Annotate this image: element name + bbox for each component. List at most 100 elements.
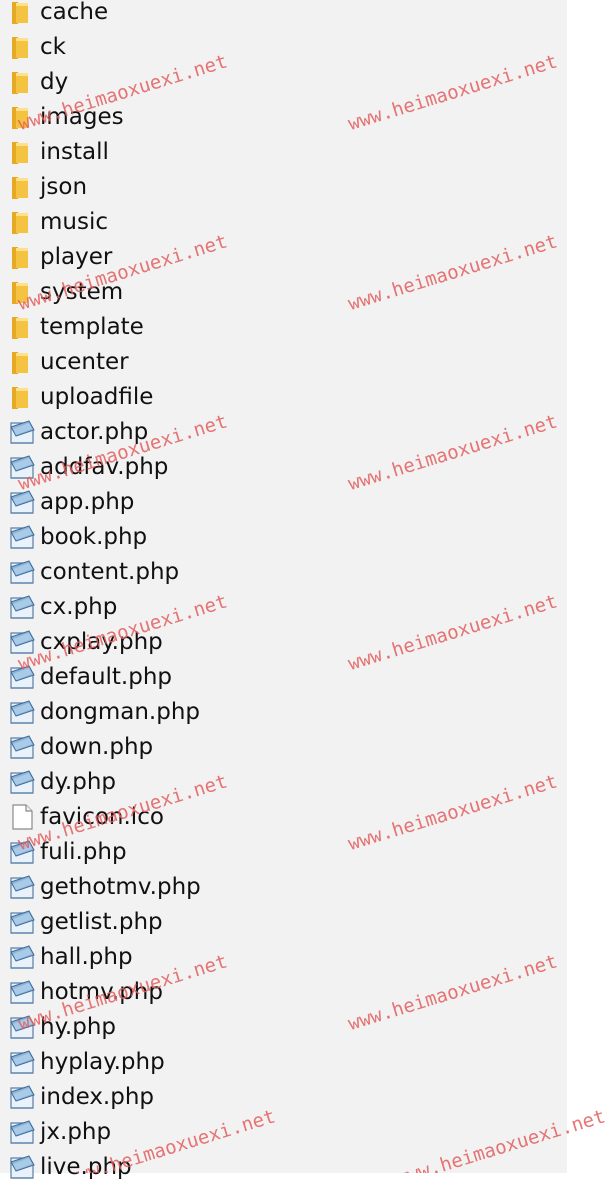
item-label: cache (40, 0, 109, 25)
folder-item-music[interactable]: music (0, 204, 567, 239)
folder-item-ck[interactable]: ck (0, 29, 567, 64)
file-item-fuli-php[interactable]: fuli.php (0, 834, 567, 869)
php-file-icon (8, 663, 36, 691)
item-label: actor.php (40, 418, 149, 445)
item-label: hyplay.php (40, 1048, 165, 1075)
file-item-app-php[interactable]: app.php (0, 484, 567, 519)
folder-item-template[interactable]: template (0, 309, 567, 344)
file-item-down-php[interactable]: down.php (0, 729, 567, 764)
folder-icon (8, 173, 36, 201)
file-item-gethotmv-php[interactable]: gethotmv.php (0, 869, 567, 904)
file-item-hy-php[interactable]: hy.php (0, 1009, 567, 1044)
item-label: dy.php (40, 768, 117, 795)
item-label: cx.php (40, 593, 118, 620)
php-file-icon (8, 418, 36, 446)
folder-item-images[interactable]: images (0, 99, 567, 134)
item-label: index.php (40, 1083, 155, 1110)
file-list-pane: cache ck dy images install json music player sys… (0, 0, 567, 1180)
item-label: hy.php (40, 1013, 116, 1040)
file-item-cx-php[interactable]: cx.php (0, 589, 567, 624)
folder-icon (8, 348, 36, 376)
file-item-hall-php[interactable]: hall.php (0, 939, 567, 974)
file-list: cache ck dy images install json music player sys… (0, 0, 567, 1184)
item-label: images (40, 103, 124, 130)
item-label: app.php (40, 488, 135, 515)
php-file-icon (8, 873, 36, 901)
folder-icon (8, 33, 36, 61)
item-label: favicon.ico (40, 803, 164, 830)
item-label: book.php (40, 523, 148, 550)
folder-icon (8, 243, 36, 271)
folder-item-install[interactable]: install (0, 134, 567, 169)
item-label: down.php (40, 733, 154, 760)
php-file-icon (8, 453, 36, 481)
item-label: system (40, 278, 124, 305)
file-item-dongman-php[interactable]: dongman.php (0, 694, 567, 729)
item-label: music (40, 208, 109, 235)
file-item-favicon-ico[interactable]: favicon.ico (0, 799, 567, 834)
item-label: hotmv.php (40, 978, 163, 1005)
item-label: gethotmv.php (40, 873, 201, 900)
file-item-live-php[interactable]: live.php (0, 1149, 567, 1184)
item-label: cxplay.php (40, 628, 163, 655)
file-item-cxplay-php[interactable]: cxplay.php (0, 624, 567, 659)
item-label: dongman.php (40, 698, 201, 725)
item-label: ck (40, 33, 66, 60)
generic-file-icon (8, 803, 36, 831)
file-item-default-php[interactable]: default.php (0, 659, 567, 694)
file-item-content-php[interactable]: content.php (0, 554, 567, 589)
item-label: dy (40, 68, 69, 95)
folder-item-system[interactable]: system (0, 274, 567, 309)
item-label: content.php (40, 558, 180, 585)
item-label: addfav.php (40, 453, 169, 480)
file-item-index-php[interactable]: index.php (0, 1079, 567, 1114)
item-label: uploadfile (40, 383, 154, 410)
folder-icon (8, 68, 36, 96)
php-file-icon (8, 1048, 36, 1076)
item-label: hall.php (40, 943, 133, 970)
file-item-hotmv-php[interactable]: hotmv.php (0, 974, 567, 1009)
folder-item-cache[interactable]: cache (0, 0, 567, 29)
folder-item-ucenter[interactable]: ucenter (0, 344, 567, 379)
php-file-icon (8, 593, 36, 621)
php-file-icon (8, 908, 36, 936)
item-label: install (40, 138, 109, 165)
folder-icon (8, 208, 36, 236)
php-file-icon (8, 488, 36, 516)
folder-item-player[interactable]: player (0, 239, 567, 274)
folder-item-uploadfile[interactable]: uploadfile (0, 379, 567, 414)
item-label: jx.php (40, 1118, 112, 1145)
item-label: ucenter (40, 348, 129, 375)
item-label: live.php (40, 1153, 132, 1180)
php-file-icon (8, 1153, 36, 1181)
item-label: template (40, 313, 144, 340)
file-item-book-php[interactable]: book.php (0, 519, 567, 554)
folder-icon (8, 383, 36, 411)
file-item-actor-php[interactable]: actor.php (0, 414, 567, 449)
file-item-getlist-php[interactable]: getlist.php (0, 904, 567, 939)
folder-icon (8, 278, 36, 306)
folder-icon (8, 0, 36, 26)
php-file-icon (8, 558, 36, 586)
item-label: fuli.php (40, 838, 127, 865)
item-label: default.php (40, 663, 173, 690)
file-item-addfav-php[interactable]: addfav.php (0, 449, 567, 484)
folder-icon (8, 103, 36, 131)
file-item-dy-php[interactable]: dy.php (0, 764, 567, 799)
php-file-icon (8, 523, 36, 551)
file-item-hyplay-php[interactable]: hyplay.php (0, 1044, 567, 1079)
php-file-icon (8, 943, 36, 971)
php-file-icon (8, 1118, 36, 1146)
folder-item-dy[interactable]: dy (0, 64, 567, 99)
php-file-icon (8, 1083, 36, 1111)
folder-item-json[interactable]: json (0, 169, 567, 204)
item-label: json (40, 173, 88, 200)
php-file-icon (8, 978, 36, 1006)
php-file-icon (8, 698, 36, 726)
folder-icon (8, 313, 36, 341)
php-file-icon (8, 768, 36, 796)
file-item-jx-php[interactable]: jx.php (0, 1114, 567, 1149)
php-file-icon (8, 628, 36, 656)
folder-icon (8, 138, 36, 166)
item-label: player (40, 243, 113, 270)
